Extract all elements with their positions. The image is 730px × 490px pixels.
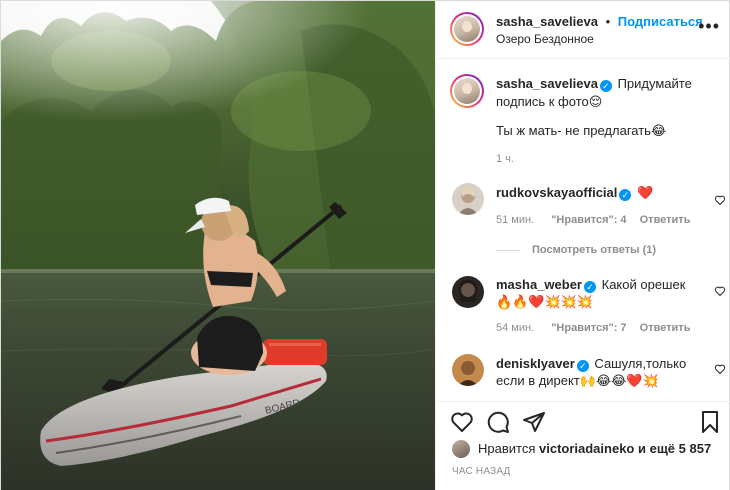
- comment-body: deniskIyaver ✓ Сашуля,только: [496, 355, 696, 373]
- post-actions-bar: [436, 401, 730, 437]
- view-replies-label: Посмотреть ответы (1): [532, 244, 657, 256]
- post-timestamp[interactable]: ЧАС НАЗАД: [452, 466, 511, 477]
- verified-badge-icon: ✓: [576, 360, 589, 372]
- liker-avatar[interactable]: [452, 440, 470, 458]
- comment-likes-count[interactable]: "Нравится": 7: [551, 322, 626, 334]
- comment-like-heart-icon[interactable]: [714, 194, 726, 206]
- caption-author-avatar[interactable]: [450, 74, 484, 108]
- comment-username[interactable]: deniskIyaver: [496, 356, 575, 371]
- comment-time[interactable]: 51 мин.: [496, 214, 534, 226]
- comment-like-heart-icon[interactable]: [714, 363, 726, 375]
- lake-paddleboard-image: BOARD: [1, 1, 435, 490]
- replies-divider: [496, 249, 520, 251]
- comment-avatar[interactable]: [452, 276, 484, 308]
- verified-badge-icon: ✓: [599, 80, 612, 92]
- comment-text: ❤️: [637, 185, 654, 200]
- comment-text: Сашуля,только: [594, 356, 687, 371]
- comment-username[interactable]: masha_weber: [496, 277, 582, 292]
- comments-list[interactable]: sasha_savelieva ✓ Придумайте подпись к фо…: [436, 60, 730, 400]
- comment-avatar[interactable]: [452, 354, 484, 386]
- caption: sasha_savelieva ✓ Придумайте подпись к фо…: [496, 75, 696, 111]
- reply-button[interactable]: Ответить: [640, 214, 691, 226]
- heart-icon[interactable]: [450, 410, 474, 434]
- caption-username[interactable]: sasha_savelieva: [496, 76, 598, 91]
- follow-button[interactable]: Подписаться: [618, 14, 703, 29]
- comment-icon[interactable]: [486, 410, 510, 434]
- avatar-portrait-icon: [458, 361, 478, 386]
- more-options-icon[interactable]: •••: [698, 17, 720, 35]
- comment-username[interactable]: rudkovskayaofficial: [496, 185, 617, 200]
- verified-badge-icon: ✓: [619, 189, 632, 201]
- post-location[interactable]: Озеро Бездонное: [496, 32, 594, 46]
- author-avatar[interactable]: [450, 12, 484, 46]
- likes-user[interactable]: victoriadaineko: [539, 441, 634, 456]
- caption-text-line2: Ты ж мать- не предлагать😂: [496, 123, 667, 138]
- avatar-portrait-icon: [458, 187, 478, 215]
- separator-dot: •: [605, 14, 611, 29]
- bookmark-icon[interactable]: [698, 410, 722, 434]
- reply-button[interactable]: Ответить: [640, 322, 691, 334]
- comment-text-line2: 🔥🔥❤️💥💥💥: [496, 294, 594, 309]
- verified-badge-icon: ✓: [584, 281, 596, 293]
- view-replies-button[interactable]: Посмотреть ответы (1): [496, 244, 656, 256]
- comment-text-line2: если в директ🙌😂😂❤️💥: [496, 373, 659, 388]
- author-username[interactable]: sasha_savelieva: [496, 14, 598, 29]
- comment-time[interactable]: 54 мин.: [496, 322, 534, 334]
- share-icon[interactable]: [522, 410, 546, 434]
- comment-meta: 54 мин. "Нравится": 7 Ответить: [496, 322, 690, 334]
- caption-time[interactable]: 1 ч.: [496, 153, 514, 165]
- comment-body: rudkovskayaofficial ✓ ❤️: [496, 184, 696, 202]
- likes-others[interactable]: и ещё 5 857: [638, 441, 711, 456]
- post-modal: BOARD sasha_savelieva • Подписаться Озер…: [0, 0, 730, 490]
- post-header: sasha_savelieva • Подписаться Озеро Безд…: [436, 1, 730, 59]
- post-side-panel: sasha_savelieva • Подписаться Озеро Безд…: [435, 1, 730, 490]
- comment-avatar[interactable]: [452, 183, 484, 215]
- header-title-row: sasha_savelieva • Подписаться: [496, 14, 703, 29]
- post-photo[interactable]: BOARD: [1, 1, 435, 490]
- comment-likes-count[interactable]: "Нравится": 4: [551, 214, 626, 226]
- comment-like-heart-icon[interactable]: [714, 285, 726, 297]
- avatar-portrait-icon: [459, 279, 477, 302]
- comment-meta: 51 мин. "Нравится": 4 Ответить: [496, 214, 690, 226]
- likes-prefix: Нравится: [478, 441, 536, 456]
